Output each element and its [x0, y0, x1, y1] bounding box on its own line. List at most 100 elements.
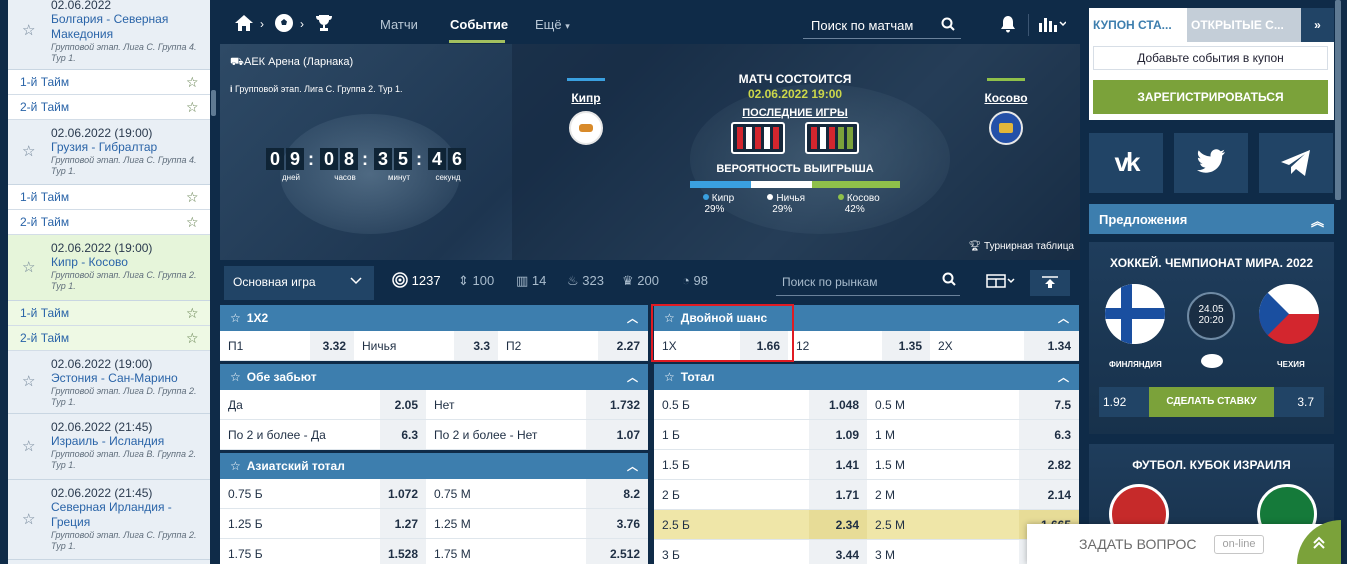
- odd-button[interactable]: 1.71: [809, 480, 867, 509]
- event-teams[interactable]: Грузия - Гибралтар: [51, 140, 206, 155]
- odd-button[interactable]: 2.82: [1019, 450, 1079, 479]
- star-icon[interactable]: ☆: [22, 259, 38, 276]
- event-item[interactable]: ☆ 02.06.2022 (21:45) Израиль - Исландия …: [8, 414, 210, 480]
- chevron-double-up-icon[interactable]: ︽: [1311, 211, 1324, 230]
- odd-button[interactable]: 3.3: [454, 331, 498, 360]
- event-teams[interactable]: Северная Ирландия - Греция: [51, 500, 206, 530]
- odd-button[interactable]: 2.34: [809, 510, 867, 539]
- market-header[interactable]: ☆ Обе забьют ︿: [220, 364, 648, 390]
- filter-updown[interactable]: ⇕ 100: [458, 273, 494, 289]
- odd-button[interactable]: 1.528: [380, 539, 426, 564]
- odd-button[interactable]: 1.07: [586, 420, 648, 449]
- bell-icon[interactable]: [1000, 15, 1016, 39]
- half-first[interactable]: 1-й Тайм ☆: [8, 185, 210, 210]
- event-item[interactable]: ☆ 02.06.2022 (21:45) Северная Ирландия -…: [8, 480, 210, 560]
- twitter-button[interactable]: [1174, 133, 1248, 193]
- odd-button[interactable]: 1.072: [380, 479, 426, 508]
- odd-button[interactable]: 8.2: [586, 479, 648, 508]
- event-teams[interactable]: Израиль - Исландия: [51, 434, 206, 449]
- market-header[interactable]: ☆ Тотал ︿: [654, 364, 1079, 390]
- star-icon[interactable]: ☆: [22, 144, 38, 160]
- scrollbar-thumb[interactable]: [211, 90, 216, 116]
- odd-button[interactable]: 1.41: [809, 450, 867, 479]
- star-icon[interactable]: ☆: [186, 74, 202, 90]
- home-icon[interactable]: [234, 13, 254, 37]
- star-icon[interactable]: ☆: [22, 374, 38, 390]
- star-icon[interactable]: ☆: [186, 330, 202, 346]
- star-icon[interactable]: ☆: [664, 370, 675, 384]
- chevron-up-icon[interactable]: ︿: [1058, 369, 1069, 385]
- vk-button[interactable]: vk: [1089, 133, 1163, 193]
- team-away-form[interactable]: [805, 122, 859, 154]
- stats-icon[interactable]: [1038, 15, 1067, 39]
- team-away[interactable]: Косово: [982, 78, 1030, 145]
- star-icon[interactable]: ☆: [22, 22, 38, 39]
- event-teams[interactable]: Болгария - Северная Македония: [51, 12, 206, 42]
- nav-matches[interactable]: Матчи: [380, 17, 418, 32]
- odd-button[interactable]: 2.27: [598, 331, 648, 360]
- team-home[interactable]: Кипр: [566, 78, 606, 145]
- tab-coupon[interactable]: КУПОН СТА...: [1089, 8, 1187, 42]
- nav-event[interactable]: Событие: [450, 17, 508, 32]
- half-second[interactable]: 2-й Тайм ☆: [8, 210, 210, 235]
- star-icon[interactable]: ☆: [186, 214, 202, 230]
- odd-button[interactable]: 1.048: [809, 390, 867, 419]
- odd-button[interactable]: 1.35: [882, 331, 930, 360]
- filter-all[interactable]: 1237: [392, 272, 441, 288]
- filter-hot[interactable]: ♨ 323: [567, 273, 604, 289]
- star-icon[interactable]: ☆: [186, 189, 202, 205]
- register-button[interactable]: ЗАРЕГИСТРИРОВАТЬСЯ: [1093, 80, 1328, 114]
- star-icon[interactable]: ☆: [22, 438, 38, 455]
- last-games-link[interactable]: ПОСЛЕДНИЕ ИГРЫ: [690, 107, 900, 119]
- team-away-name[interactable]: Косово: [982, 91, 1030, 105]
- event-teams[interactable]: Кипр - Косово: [51, 255, 206, 270]
- filter-stats[interactable]: ▥ 14: [516, 273, 546, 289]
- market-search-input[interactable]: Поиск по рынкам: [776, 268, 960, 296]
- search-icon[interactable]: [941, 17, 955, 34]
- offers-header[interactable]: Предложения ︽: [1089, 204, 1334, 234]
- star-icon[interactable]: ☆: [22, 511, 38, 528]
- promo-odd-away[interactable]: 3.7: [1297, 395, 1314, 409]
- odd-button[interactable]: 1.09: [809, 420, 867, 449]
- place-bet-button[interactable]: СДЕЛАТЬ СТАВКУ: [1149, 387, 1274, 417]
- odd-button[interactable]: 2.05: [380, 390, 426, 419]
- odd-button[interactable]: 1.34: [1024, 331, 1079, 360]
- football-icon[interactable]: [274, 13, 294, 37]
- half-first[interactable]: 1-й Тайм ☆: [8, 70, 210, 95]
- filter-cup[interactable]: ♛ 200: [622, 273, 659, 289]
- layout-columns-icon[interactable]: [986, 273, 1016, 292]
- odd-button[interactable]: 3.32: [310, 331, 354, 360]
- main-game-select[interactable]: Основная игра: [224, 266, 374, 300]
- scrollbar-thumb[interactable]: [1335, 0, 1341, 200]
- team-home-name[interactable]: Кипр: [566, 91, 606, 105]
- odd-button[interactable]: 3.76: [586, 509, 648, 538]
- market-header[interactable]: ☆ Азиатский тотал ︿: [220, 453, 648, 479]
- trophy-icon[interactable]: [314, 13, 334, 37]
- collapse-all-icon[interactable]: [1030, 270, 1070, 296]
- odd-button[interactable]: 7.5: [1019, 390, 1079, 419]
- match-search-input[interactable]: Поиск по матчам: [803, 12, 961, 39]
- promo-odd-home[interactable]: 1.92: [1103, 395, 1126, 409]
- chevron-double-up-icon[interactable]: [1297, 520, 1341, 564]
- event-teams[interactable]: Эстония - Сан-Марино: [51, 371, 206, 386]
- promo-hockey[interactable]: ХОККЕЙ. ЧЕМПИОНАТ МИРА. 2022 24.05 20:20…: [1089, 242, 1334, 434]
- odd-button[interactable]: 3.44: [809, 540, 867, 564]
- half-first[interactable]: 1-й Тайм ☆: [8, 301, 210, 326]
- half-second[interactable]: 2-й Тайм ☆: [8, 326, 210, 351]
- nav-more[interactable]: Ещё ▾: [535, 17, 570, 32]
- ask-question-widget[interactable]: ЗАДАТЬ ВОПРОС on-line: [1027, 520, 1341, 564]
- sidebar-scrollbar[interactable]: [211, 0, 216, 564]
- right-scrollbar[interactable]: [1335, 0, 1341, 564]
- star-icon[interactable]: ☆: [186, 99, 202, 115]
- odd-button[interactable]: 6.3: [380, 420, 426, 449]
- odd-button[interactable]: 1.27: [380, 509, 426, 538]
- odd-button[interactable]: 2.512: [586, 539, 648, 564]
- standings-link[interactable]: 🏆︎ Турнирная таблица: [969, 241, 1074, 252]
- tab-open-bets[interactable]: ОТКРЫТЫЕ С...: [1187, 8, 1301, 42]
- chevron-up-icon[interactable]: ︿: [627, 458, 638, 474]
- filter-timer[interactable]: ◔ 98: [682, 273, 708, 288]
- star-icon[interactable]: ☆: [230, 370, 241, 384]
- odd-button[interactable]: 2.14: [1019, 480, 1079, 509]
- star-icon[interactable]: ☆: [230, 311, 241, 325]
- star-icon[interactable]: ☆: [230, 459, 241, 473]
